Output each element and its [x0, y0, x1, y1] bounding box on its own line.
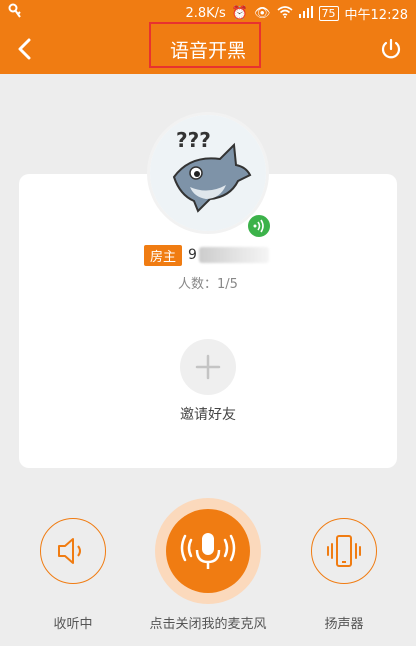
signal-icon [298, 5, 313, 22]
owner-badge: 房主 [144, 244, 183, 266]
invite-friend-button[interactable] [180, 339, 236, 395]
invite-friend-label: 邀请好友 [180, 407, 236, 423]
microphone-icon [180, 533, 236, 569]
phone-vibrate-icon [327, 535, 361, 567]
exit-button[interactable] [376, 34, 406, 64]
chevron-left-icon [18, 38, 31, 60]
owner-name-redacted [198, 247, 269, 263]
back-button[interactable] [10, 34, 40, 64]
listen-label: 收听中 [53, 617, 93, 632]
power-icon [381, 38, 401, 59]
key-icon [8, 3, 22, 23]
status-bar: 2.8K/s ⏰ 👁 75 中午12:28 [0, 0, 416, 24]
owner-row: 房主 9 [144, 244, 269, 266]
alarm-icon: ⏰ [231, 6, 249, 21]
shark-avatar-icon: ??? [150, 115, 266, 231]
svg-text:???: ??? [176, 128, 211, 152]
mic-button-core [166, 509, 250, 593]
battery-icon: 75 [318, 6, 339, 21]
speakerphone-button[interactable] [311, 518, 377, 584]
network-speed: 2.8K/s [185, 6, 226, 21]
eye-icon: 👁 [254, 6, 271, 21]
clock-time: 中午12:28 [344, 8, 408, 23]
speakerphone-label: 扬声器 [324, 617, 364, 632]
speaker-volume-icon [58, 538, 81, 564]
speaking-indicator-icon [246, 213, 272, 239]
mic-toggle-button[interactable] [155, 498, 261, 604]
owner-name: 9 [188, 247, 197, 263]
mic-label: 点击关闭我的麦克风 [149, 617, 267, 632]
plus-icon [195, 354, 221, 380]
title-highlight-box [149, 22, 261, 68]
title-bar: 语音开黑 [0, 22, 416, 74]
wifi-icon [277, 5, 293, 22]
member-count: 人数：1/5 [178, 277, 238, 292]
listen-button[interactable] [40, 518, 106, 584]
